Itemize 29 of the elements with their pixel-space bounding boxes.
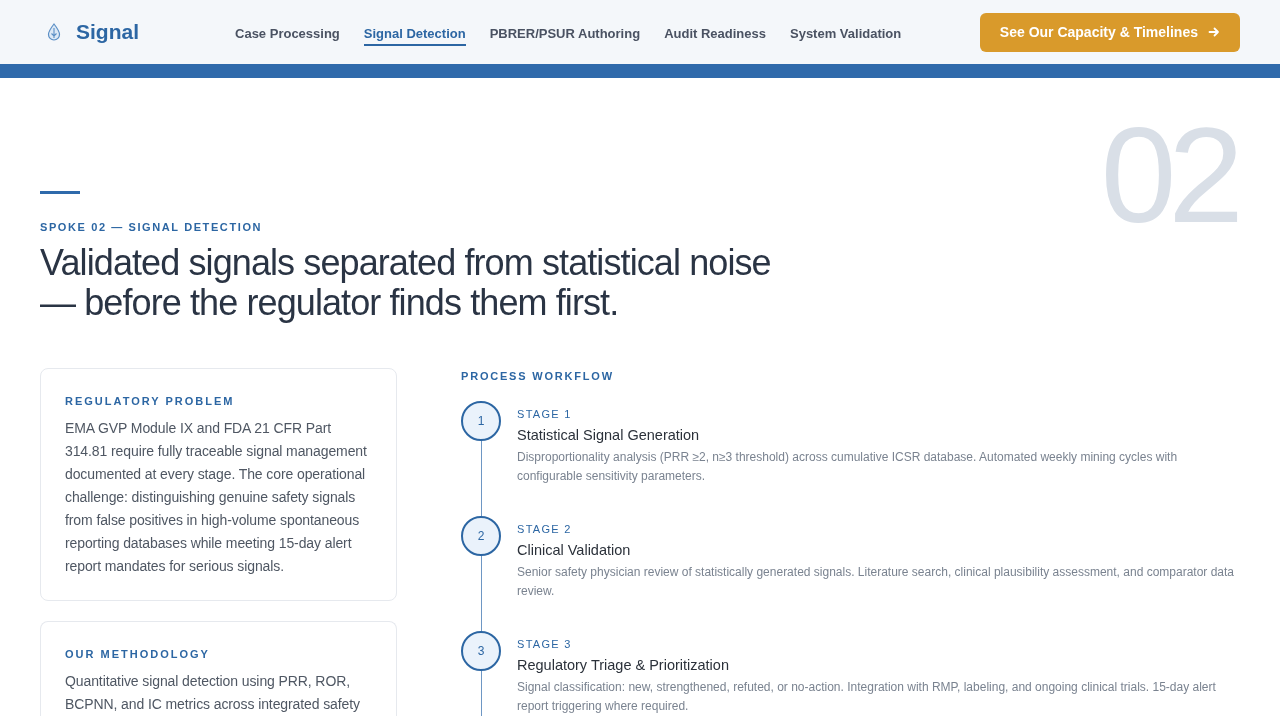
nav-link[interactable]: Signal Detection	[363, 24, 466, 46]
eyebrow-text: SPOKE 02 — SIGNAL DETECTION	[40, 220, 264, 235]
stage-title: Statistical Signal Generation	[517, 426, 701, 445]
stage-label: STAGE 2	[517, 522, 573, 537]
card-title: REGULATORY PROBLEM	[65, 394, 236, 409]
nav-link[interactable]: Audit Readiness	[664, 24, 766, 46]
stage-label: STAGE 3	[517, 637, 573, 652]
stage-label: STAGE 1	[517, 407, 573, 422]
arrow-right-icon	[1208, 26, 1220, 38]
stage-number: 1	[461, 401, 501, 441]
card-title: OUR METHODOLOGY	[65, 647, 211, 662]
card-text: EMA GVP Module IX and FDA 21 CFR Part 314.81 require fully traceable signal management documented at every stage. The core operational challenge: distinguishing genuine safety signals from false positives in high-volume spontaneous reporting databases while meeting 15-day alert report mandates for serious signals.	[65, 419, 368, 576]
stage-description: Disproportionality analysis (PRR ≥2, n≥3 threshold) across cumulative ICSR database. Automated weekly mining cycles with configurable sensitivity parameters.	[517, 449, 1179, 485]
nav-link[interactable]: PBRER/PSUR Authoring	[489, 24, 641, 46]
stage-description: Senior safety physician review of statistically generated signals. Literature search, clinical plausibility assessment, and comparator data review.	[517, 564, 1236, 600]
nav-link[interactable]: System Validation	[790, 24, 902, 46]
accent-line	[40, 191, 80, 194]
stage-title: Regulatory Triage & Prioritization	[517, 656, 730, 675]
nav-link[interactable]: Case Processing	[235, 24, 340, 46]
timeline-line	[480, 671, 482, 716]
drop-icon	[47, 23, 61, 41]
page-heading: Validated signals separated from statistical noise — before the regulator finds them first.	[40, 243, 772, 323]
stage-title: Clinical Validation	[517, 541, 632, 560]
card-text: Quantitative signal detection using PRR, ROR, BCPNN, and IC metrics across integrated safety	[65, 672, 361, 714]
section-title: PROCESS WORKFLOW	[461, 369, 615, 384]
stage-description: Signal classification: new, strengthened, refuted, or no-action. Integration with RMP, labeling, and ongoing clinical trials. 15-day alert report triggering where required.	[517, 679, 1217, 715]
stage-number: 2	[461, 516, 501, 556]
logo-text[interactable]: Signal	[76, 19, 139, 45]
stage-number: 3	[461, 631, 501, 671]
